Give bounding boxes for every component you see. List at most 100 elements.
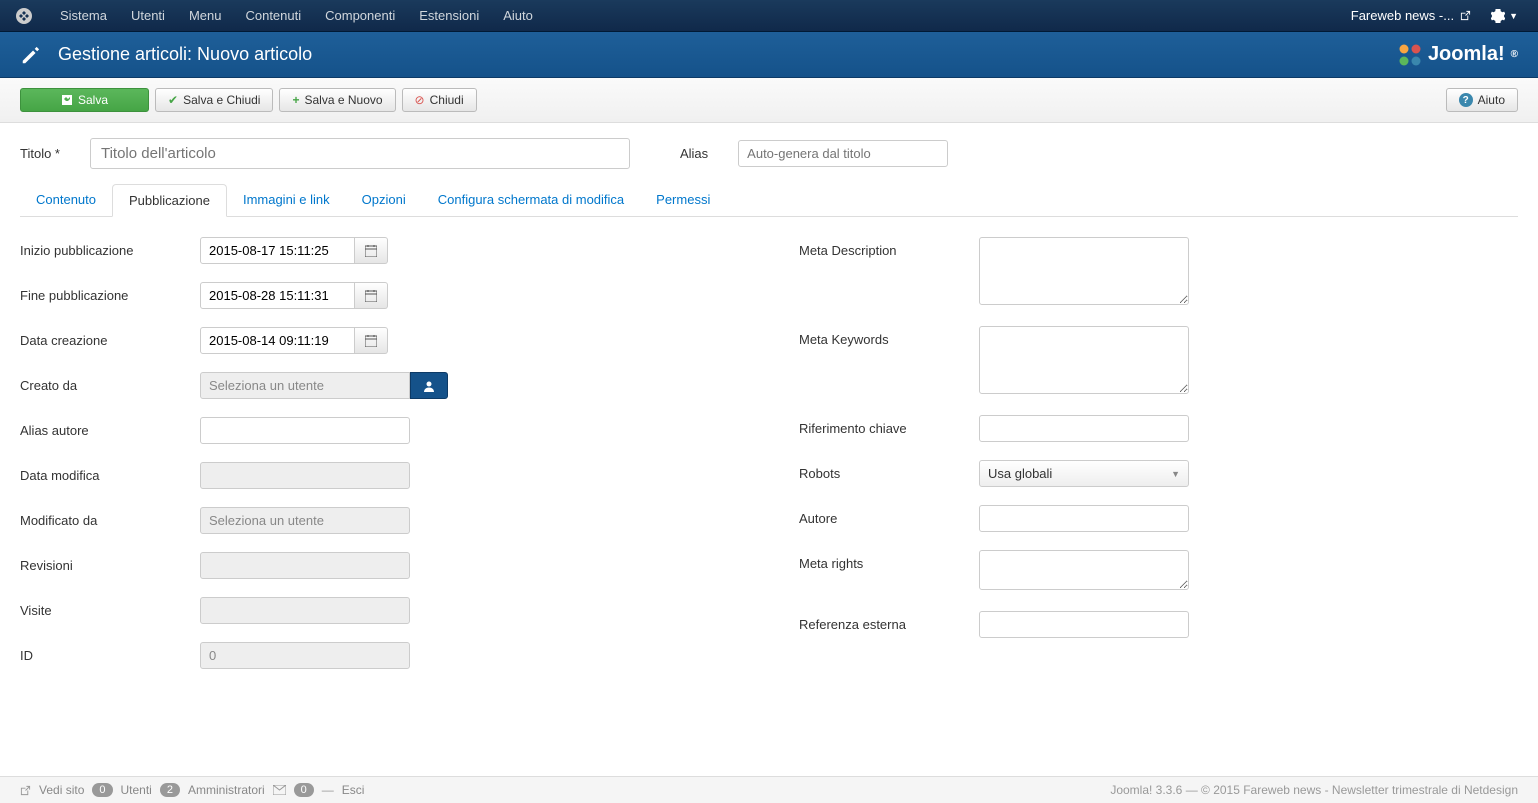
tab-pubblicazione[interactable]: Pubblicazione: [112, 184, 227, 217]
tabs: Contenuto Pubblicazione Immagini e link …: [20, 184, 1518, 217]
navbar-left: Sistema Utenti Menu Contenuti Componenti…: [0, 0, 545, 31]
nav-settings[interactable]: ▼: [1481, 1, 1528, 31]
meta-description-input[interactable]: [979, 237, 1189, 305]
nav-site-link[interactable]: Fareweb news -...: [1341, 0, 1481, 31]
end-publishing-input[interactable]: [200, 282, 355, 309]
save-close-button[interactable]: ✔ Salva e Chiudi: [155, 88, 273, 112]
modified-by-input: [200, 507, 410, 534]
close-button[interactable]: ⊘ Chiudi: [402, 88, 477, 112]
title-input[interactable]: [90, 138, 630, 169]
toolbar-left: Salva ✔ Salva e Chiudi + Salva e Nuovo ⊘…: [20, 88, 477, 112]
toolbar-right: ? Aiuto: [1446, 88, 1518, 112]
hits-label: Visite: [20, 597, 200, 618]
calendar-icon: [365, 290, 377, 302]
created-calendar-button[interactable]: [355, 327, 388, 354]
users-count-badge[interactable]: 0: [92, 783, 112, 797]
nav-item-aiuto[interactable]: Aiuto: [491, 0, 545, 31]
field-hits: Visite: [20, 597, 739, 624]
key-reference-label: Riferimento chiave: [799, 415, 979, 436]
users-label: Utenti: [121, 783, 152, 797]
author-label: Autore: [799, 505, 979, 526]
joomla-icon[interactable]: [0, 8, 48, 24]
form-row: Inizio pubblicazione Fine pubblicazione: [20, 237, 1518, 687]
author-input[interactable]: [979, 505, 1189, 532]
nav-item-utenti[interactable]: Utenti: [119, 0, 177, 31]
meta-keywords-input[interactable]: [979, 326, 1189, 394]
field-meta-description: Meta Description: [799, 237, 1518, 308]
end-publishing-calendar-button[interactable]: [355, 282, 388, 309]
created-by-select-button[interactable]: [410, 372, 448, 399]
hits-input: [200, 597, 410, 624]
header-left: Gestione articoli: Nuovo articolo: [20, 44, 312, 66]
meta-keywords-label: Meta Keywords: [799, 326, 979, 347]
field-modified-by: Modificato da: [20, 507, 739, 534]
footer: Vedi sito 0 Utenti 2 Amministratori 0 — …: [0, 776, 1538, 803]
field-xref: Referenza esterna: [799, 611, 1518, 638]
start-publishing-input[interactable]: [200, 237, 355, 264]
gear-icon: [1491, 9, 1505, 23]
help-icon: ?: [1459, 93, 1473, 107]
joomla-logo[interactable]: Joomla!®: [1398, 43, 1518, 67]
close-label: Chiudi: [430, 93, 464, 107]
view-site-link[interactable]: Vedi sito: [39, 783, 84, 797]
site-name-label: Fareweb news -...: [1351, 8, 1454, 23]
messages-count-badge[interactable]: 0: [294, 783, 314, 797]
xref-input[interactable]: [979, 611, 1189, 638]
save-new-button[interactable]: + Salva e Nuovo: [279, 88, 395, 112]
navbar-right: Fareweb news -... ▼: [1341, 0, 1538, 31]
tab-permessi[interactable]: Permessi: [640, 184, 726, 216]
start-publishing-calendar-button[interactable]: [355, 237, 388, 264]
meta-description-label: Meta Description: [799, 237, 979, 258]
xref-label: Referenza esterna: [799, 611, 979, 632]
admins-count-badge[interactable]: 2: [160, 783, 180, 797]
help-button[interactable]: ? Aiuto: [1446, 88, 1518, 112]
logout-link[interactable]: Esci: [342, 783, 365, 797]
robots-select[interactable]: Usa globali ▼: [979, 460, 1189, 487]
modified-by-label: Modificato da: [20, 507, 200, 528]
top-navbar: Sistema Utenti Menu Contenuti Componenti…: [0, 0, 1538, 32]
field-revisions: Revisioni: [20, 552, 739, 579]
field-created-by: Creato da: [20, 372, 739, 399]
external-link-icon: [1460, 10, 1471, 21]
save-button[interactable]: Salva: [20, 88, 149, 112]
user-icon: [423, 380, 435, 392]
key-reference-input[interactable]: [979, 415, 1189, 442]
nav-item-sistema[interactable]: Sistema: [48, 0, 119, 31]
end-publishing-label: Fine pubblicazione: [20, 282, 200, 303]
nav-item-componenti[interactable]: Componenti: [313, 0, 407, 31]
tab-contenuto[interactable]: Contenuto: [20, 184, 112, 216]
save-label: Salva: [78, 93, 108, 107]
created-by-input: [200, 372, 410, 399]
meta-rights-input[interactable]: [979, 550, 1189, 590]
tab-immagini[interactable]: Immagini e link: [227, 184, 346, 216]
field-id: ID: [20, 642, 739, 669]
pencil-icon: [20, 44, 42, 66]
dash-separator: —: [322, 783, 334, 797]
check-icon: ✔: [168, 93, 178, 107]
joomla-brand-text: Joomla!: [1428, 43, 1505, 66]
created-input[interactable]: [200, 327, 355, 354]
external-link-icon: [20, 785, 31, 796]
nav-item-menu[interactable]: Menu: [177, 0, 234, 31]
nav-item-contenuti[interactable]: Contenuti: [233, 0, 313, 31]
alias-author-input[interactable]: [200, 417, 410, 444]
save-close-label: Salva e Chiudi: [183, 93, 260, 107]
joomla-brand-icon: [1398, 43, 1422, 67]
title-row: Titolo * Alias: [20, 138, 1518, 169]
plus-icon: +: [292, 93, 299, 107]
tab-opzioni[interactable]: Opzioni: [346, 184, 422, 216]
id-input: [200, 642, 410, 669]
form-col-left: Inizio pubblicazione Fine pubblicazione: [20, 237, 739, 687]
start-publishing-label: Inizio pubblicazione: [20, 237, 200, 258]
footer-left: Vedi sito 0 Utenti 2 Amministratori 0 — …: [20, 783, 364, 797]
created-by-label: Creato da: [20, 372, 200, 393]
caret-down-icon: ▼: [1509, 11, 1518, 21]
page-title: Gestione articoli: Nuovo articolo: [58, 44, 312, 65]
tab-configura[interactable]: Configura schermata di modifica: [422, 184, 640, 216]
alias-label: Alias: [680, 146, 708, 161]
nav-item-estensioni[interactable]: Estensioni: [407, 0, 491, 31]
revisions-input: [200, 552, 410, 579]
field-created: Data creazione: [20, 327, 739, 354]
form-col-right: Meta Description Meta Keywords Riferimen…: [799, 237, 1518, 687]
alias-input[interactable]: [738, 140, 948, 167]
